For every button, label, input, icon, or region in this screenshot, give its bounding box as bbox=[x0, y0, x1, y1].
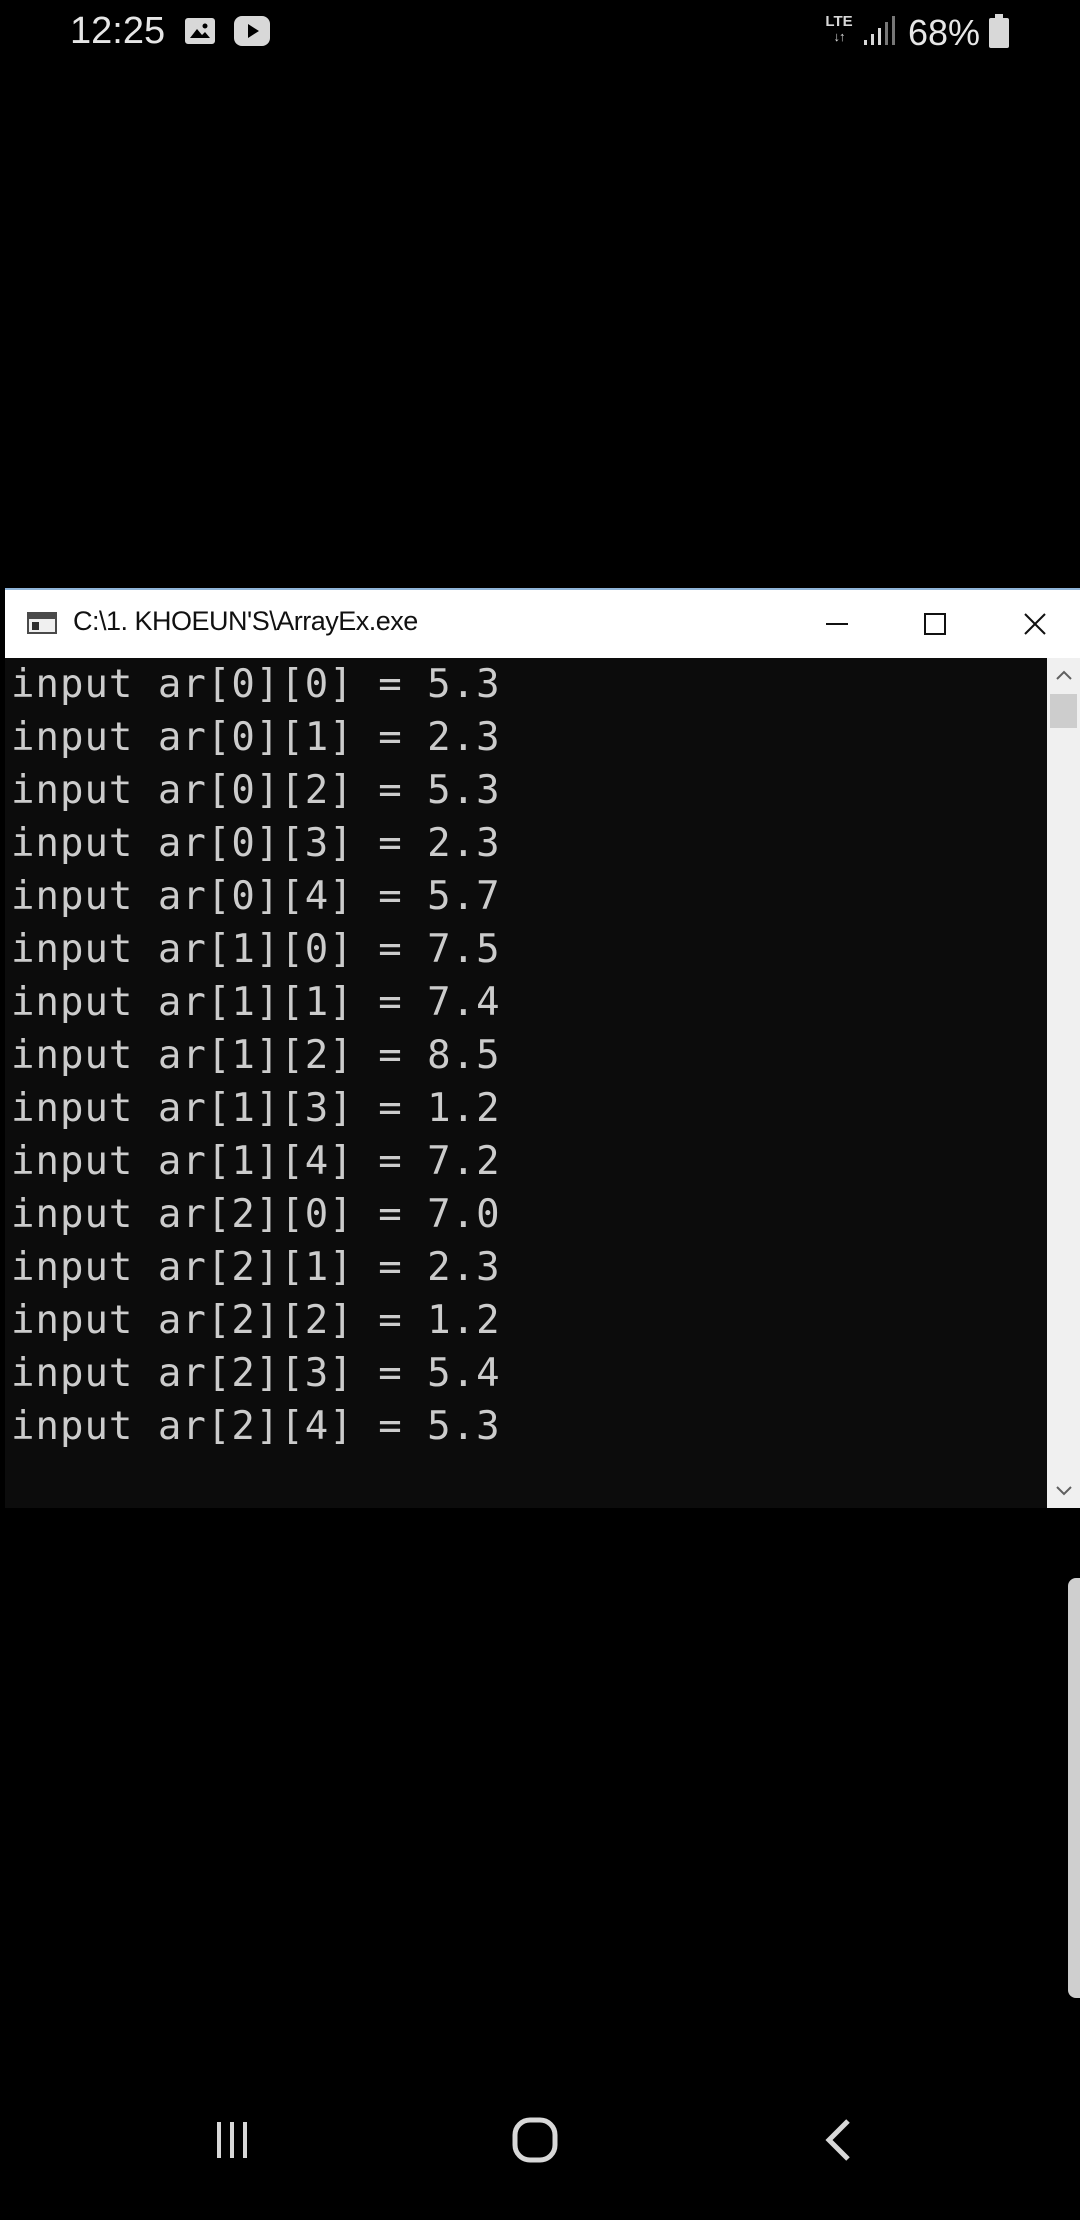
battery-icon bbox=[989, 14, 1009, 48]
window-title: C:\1. KHOEUN'S\ArrayEx.exe bbox=[73, 606, 418, 636]
scroll-down-button[interactable] bbox=[1047, 1474, 1080, 1508]
phone-screen: 12:25 LTE ↓↑ 68% C:\1. KHOEUN'S\ArrayEx.… bbox=[0, 0, 1080, 2220]
console-line: input ar[2][1] = 2.3 bbox=[11, 1245, 501, 1290]
console-app-icon bbox=[27, 612, 57, 634]
console-line: input ar[2][3] = 5.4 bbox=[11, 1351, 501, 1396]
console-line: input ar[0][4] = 5.7 bbox=[11, 874, 501, 919]
chevron-up-icon bbox=[1055, 670, 1072, 680]
youtube-icon bbox=[234, 16, 270, 46]
minimize-button[interactable] bbox=[787, 590, 887, 658]
recents-button[interactable] bbox=[172, 2080, 292, 2200]
console-line: input ar[0][3] = 2.3 bbox=[11, 821, 501, 866]
console-line: input ar[2][2] = 1.2 bbox=[11, 1298, 501, 1343]
home-icon bbox=[512, 2117, 558, 2163]
close-icon bbox=[1024, 613, 1046, 635]
gallery-icon bbox=[185, 18, 215, 44]
status-time: 12:25 bbox=[70, 10, 166, 52]
edge-panel-handle[interactable] bbox=[1068, 1578, 1080, 1998]
console-line: input ar[2][4] = 5.3 bbox=[11, 1404, 501, 1449]
console-window[interactable]: C:\1. KHOEUN'S\ArrayEx.exe input ar[0][0… bbox=[5, 588, 1080, 1508]
console-line: input ar[2][0] = 7.0 bbox=[11, 1192, 501, 1237]
console-lines: input ar[0][0] = 5.3 input ar[0][1] = 2.… bbox=[11, 658, 501, 1453]
minimize-icon bbox=[826, 623, 848, 625]
vertical-scrollbar[interactable] bbox=[1047, 658, 1080, 1508]
back-button[interactable] bbox=[778, 2080, 898, 2200]
console-line: input ar[1][0] = 7.5 bbox=[11, 927, 501, 972]
navigation-bar bbox=[0, 2080, 1080, 2220]
lte-icon: LTE ↓↑ bbox=[825, 13, 853, 44]
status-bar: 12:25 LTE ↓↑ 68% bbox=[0, 0, 1080, 70]
home-button[interactable] bbox=[475, 2080, 595, 2200]
maximize-icon bbox=[924, 613, 946, 635]
chevron-down-icon bbox=[1055, 1486, 1072, 1496]
network-type-label: LTE bbox=[825, 13, 853, 30]
console-line: input ar[1][2] = 8.5 bbox=[11, 1033, 501, 1078]
console-line: input ar[0][0] = 5.3 bbox=[11, 662, 501, 707]
battery-percent: 68% bbox=[908, 12, 981, 53]
maximize-button[interactable] bbox=[885, 590, 985, 658]
console-output[interactable]: input ar[0][0] = 5.3 input ar[0][1] = 2.… bbox=[5, 658, 1047, 1508]
console-line: input ar[0][2] = 5.3 bbox=[11, 768, 501, 813]
console-line: input ar[0][1] = 2.3 bbox=[11, 715, 501, 760]
signal-icon bbox=[864, 16, 895, 45]
scroll-up-button[interactable] bbox=[1047, 658, 1080, 692]
close-button[interactable] bbox=[985, 590, 1080, 658]
recents-icon bbox=[217, 2122, 247, 2158]
console-line: input ar[1][3] = 1.2 bbox=[11, 1086, 501, 1131]
scroll-thumb[interactable] bbox=[1050, 694, 1077, 728]
console-line: input ar[1][4] = 7.2 bbox=[11, 1139, 501, 1184]
console-line: input ar[1][1] = 7.4 bbox=[11, 980, 501, 1025]
back-icon bbox=[825, 2119, 850, 2161]
window-title-bar[interactable]: C:\1. KHOEUN'S\ArrayEx.exe bbox=[5, 590, 1080, 658]
